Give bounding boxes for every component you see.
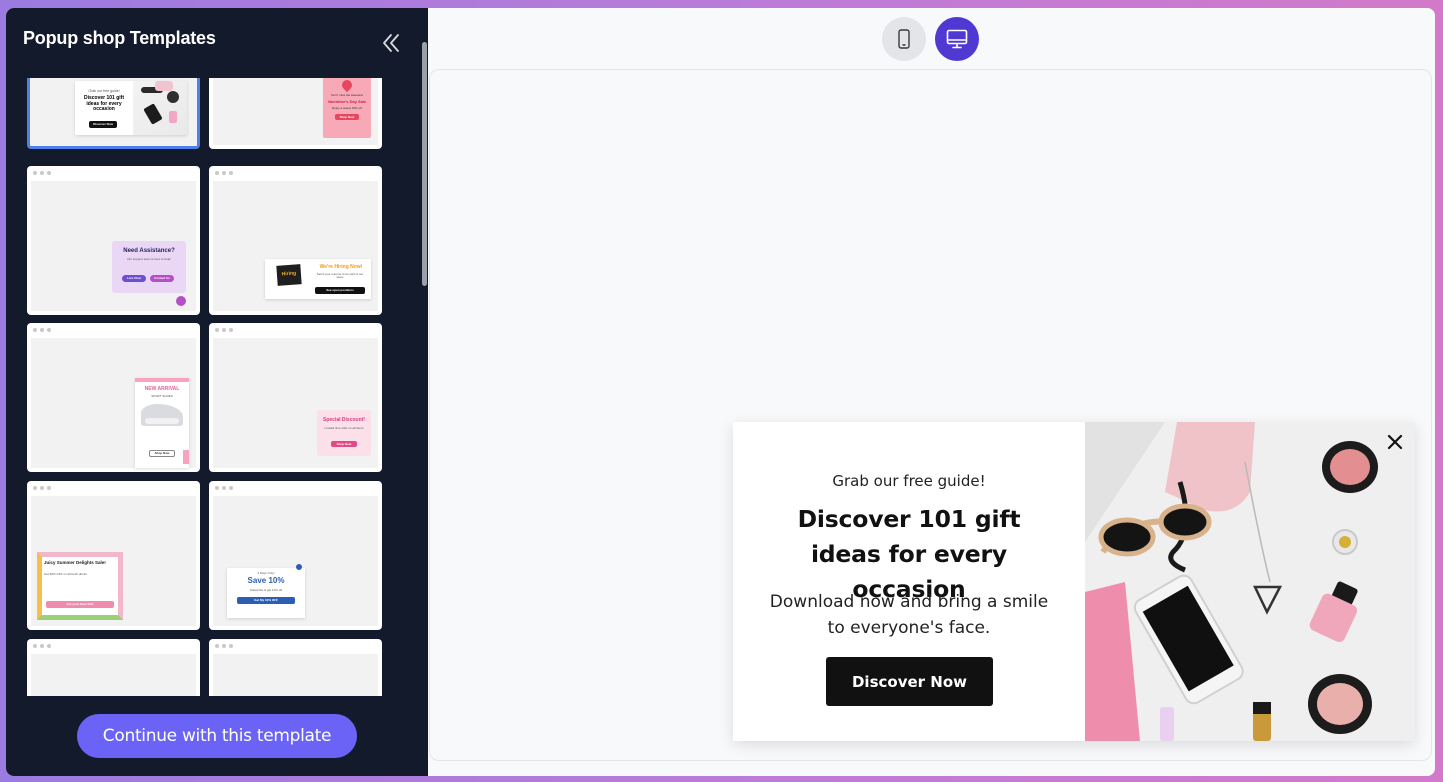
template-cta: Shop Now — [331, 441, 357, 447]
mini-popup: Hiring We're Hiring Now! Send your resum… — [265, 259, 371, 299]
template-title: Valentine's Day Sale — [327, 99, 367, 104]
template-cta: Shop Now — [149, 450, 175, 457]
template-eyebrow: Don't miss the sweetest — [331, 93, 363, 97]
template-body: Our support team is here to help! — [127, 257, 171, 261]
mini-popup: NEW ARRIVAL SPORT SHOES Shop Now — [135, 378, 189, 468]
popup-content: Grab our free guide! Discover 101 gift i… — [733, 422, 1085, 741]
template-subtitle: SPORT SHOES — [151, 394, 173, 398]
template-title: Need Assistance? — [123, 248, 175, 254]
template-body: Limited time offer on all items — [324, 426, 364, 430]
template-body: Send your resume to be part of our team — [316, 272, 364, 280]
template-grid: Grab our free guide! Discover 101 gift i… — [6, 78, 416, 696]
mobile-view-button[interactable] — [882, 17, 926, 61]
close-dot-icon — [296, 564, 302, 570]
template-title: Juicy Summer Delights Sale! — [44, 560, 106, 565]
template-cta-2: Contact Us — [150, 275, 174, 282]
continue-button[interactable]: Continue with this template — [77, 714, 357, 758]
template-body: Enjoy a sweet 15% off — [332, 106, 362, 110]
template-title: Special Discount! — [323, 417, 365, 423]
template-cta: Shop Now — [335, 114, 359, 120]
mobile-phone-icon — [898, 29, 910, 49]
preview-area: Grab our free guide! Discover 101 gift i… — [428, 8, 1435, 776]
popup-eyebrow: Grab our free guide! — [832, 472, 986, 490]
template-card-special-discount[interactable]: Special Discount! Limited time offer on … — [209, 323, 382, 472]
template-card-save-10[interactable]: 3 Days Only! Save 10% Subscribe & get 10… — [209, 481, 382, 630]
cosmetics-image — [133, 81, 187, 135]
mini-popup: Juicy Summer Delights Sale! Get 50% OFF … — [37, 552, 123, 620]
template-card-need-assistance[interactable]: Need Assistance? Our support team is her… — [27, 166, 200, 315]
template-card-summer-sale[interactable]: Juicy Summer Delights Sale! Get 50% OFF … — [27, 481, 200, 630]
mini-popup: Special Discount! Limited time offer on … — [317, 410, 371, 456]
template-card-valentines[interactable]: Don't miss the sweetest Valentine's Day … — [209, 78, 382, 149]
template-eyebrow: 3 Days Only! — [257, 571, 275, 575]
template-body: Subscribe & get 10% off — [249, 588, 283, 592]
chat-bubble-icon — [176, 296, 186, 306]
template-card-gift-guide[interactable]: Grab our free guide! Discover 101 gift i… — [27, 78, 200, 149]
sneaker-image — [141, 404, 183, 426]
mini-popup: Don't miss the sweetest Valentine's Day … — [323, 78, 371, 138]
templates-sidebar: Popup shop Templates Grab our free guide… — [6, 8, 428, 776]
template-title: Save 10% — [247, 576, 285, 585]
template-cta: Get My 10% OFF — [237, 597, 295, 604]
heart-icon — [339, 78, 355, 93]
template-card-hiring[interactable]: Hiring We're Hiring Now! Send your resum… — [209, 166, 382, 315]
mini-popup: Grab our free guide! Discover 101 gift i… — [75, 81, 187, 135]
template-cta: Discover Now — [89, 121, 117, 128]
template-cta-1: Live Chat — [122, 275, 146, 282]
template-title: NEW ARRIVAL — [144, 386, 180, 392]
cosmetics-product-image — [1085, 422, 1415, 741]
app-window: Popup shop Templates Grab our free guide… — [6, 8, 1435, 776]
template-cta: Get your Save 50% — [46, 601, 114, 608]
template-card-blank-1[interactable] — [27, 639, 200, 696]
desktop-monitor-icon — [946, 29, 968, 49]
close-icon[interactable] — [1385, 432, 1405, 452]
sidebar-title: Popup shop Templates — [23, 28, 216, 48]
popup-preview: Grab our free guide! Discover 101 gift i… — [733, 422, 1415, 741]
hiring-badge: Hiring — [276, 264, 302, 286]
preview-canvas: Grab our free guide! Discover 101 gift i… — [429, 69, 1432, 761]
discover-now-button[interactable]: Discover Now — [826, 657, 993, 706]
template-title: We're Hiring Now! — [319, 264, 363, 270]
desktop-view-button[interactable] — [935, 17, 979, 61]
template-card-new-arrival[interactable]: NEW ARRIVAL SPORT SHOES Shop Now — [27, 323, 200, 472]
device-toolbar — [428, 8, 1435, 70]
template-title: Discover 101 gift ideas for every occasi… — [83, 95, 125, 112]
template-body: Get 50% OFF on all fresh drinks — [44, 572, 87, 576]
mini-popup: Need Assistance? Our support team is her… — [112, 241, 186, 293]
sidebar-scrollbar-thumb[interactable] — [422, 42, 427, 286]
double-chevron-left-icon[interactable] — [380, 32, 402, 54]
mini-popup: 3 Days Only! Save 10% Subscribe & get 10… — [227, 568, 305, 618]
popup-body-text: Download now and bring a smile to everyo… — [769, 592, 1049, 638]
template-card-blank-2[interactable] — [209, 639, 382, 696]
template-cta: See open positions — [315, 287, 365, 294]
template-eyebrow: Grab our free guide! — [88, 89, 120, 93]
